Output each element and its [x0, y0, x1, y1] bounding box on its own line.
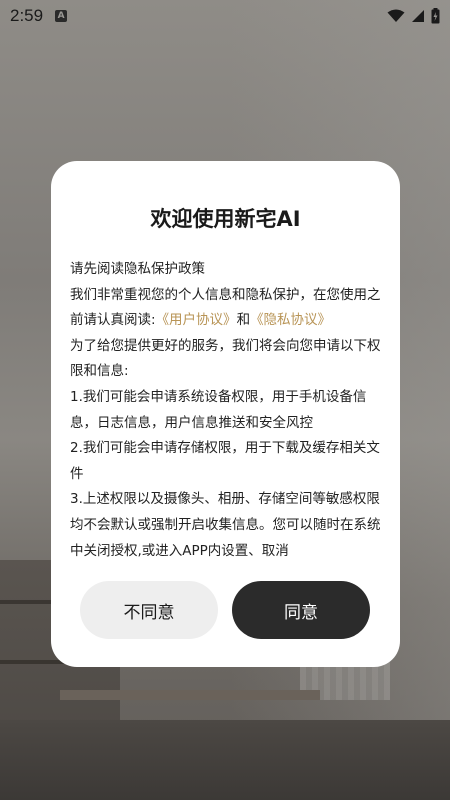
- privacy-agreement-link[interactable]: 《隐私协议》: [250, 312, 331, 328]
- dialog-body-scroll[interactable]: 请先阅读隐私保护政策 我们非常重视您的个人信息和隐私保护，在您使用之前请认真阅读…: [70, 257, 382, 565]
- notification-badge-icon: A: [55, 10, 68, 22]
- and-text: 和: [236, 312, 251, 329]
- background-floor: [0, 720, 450, 800]
- privacy-intro: 请先阅读隐私保护政策: [70, 261, 205, 277]
- dialog-title: 欢迎使用新宅AI: [150, 207, 301, 231]
- permission-item-device: 1.我们可能会申请系统设备权限，用于手机设备信息，日志信息，用户信息推送和安全风…: [70, 388, 367, 431]
- app-screen: 2:59 A 欢迎使用新宅AI 请先阅读隐私保护政策 我们非常重视您的个人信息和…: [0, 0, 450, 800]
- agree-button[interactable]: 同意: [232, 581, 370, 639]
- status-left: 2:59 A: [10, 6, 68, 26]
- privacy-read-notice: 我们非常重视您的个人信息和隐私保护，在您使用之前请认真阅读:《用户协议》和《隐私…: [70, 283, 382, 334]
- status-time: 2:59: [10, 6, 44, 25]
- permission-item-storage: 2.我们可能会申请存储权限，用于下载及缓存相关文件: [70, 440, 380, 482]
- permission-item-sensitive: 3.上述权限以及摄像头、相册、存储空间等敏感权限均不会默认或强制开启收集信息。您…: [70, 491, 381, 559]
- background-table: [60, 690, 320, 700]
- status-right: [387, 8, 440, 24]
- disagree-button[interactable]: 不同意: [80, 581, 218, 639]
- permission-intro: 为了给您提供更好的服务，我们将会向您申请以下权限和信息:: [70, 337, 381, 380]
- battery-icon: [431, 8, 440, 24]
- wifi-icon: [387, 9, 405, 22]
- status-bar: 2:59 A: [0, 0, 450, 32]
- cell-signal-icon: [412, 10, 424, 22]
- privacy-dialog: 欢迎使用新宅AI 请先阅读隐私保护政策 我们非常重视您的个人信息和隐私保护，在您…: [51, 161, 400, 667]
- user-agreement-link[interactable]: 《用户协议》: [156, 312, 237, 328]
